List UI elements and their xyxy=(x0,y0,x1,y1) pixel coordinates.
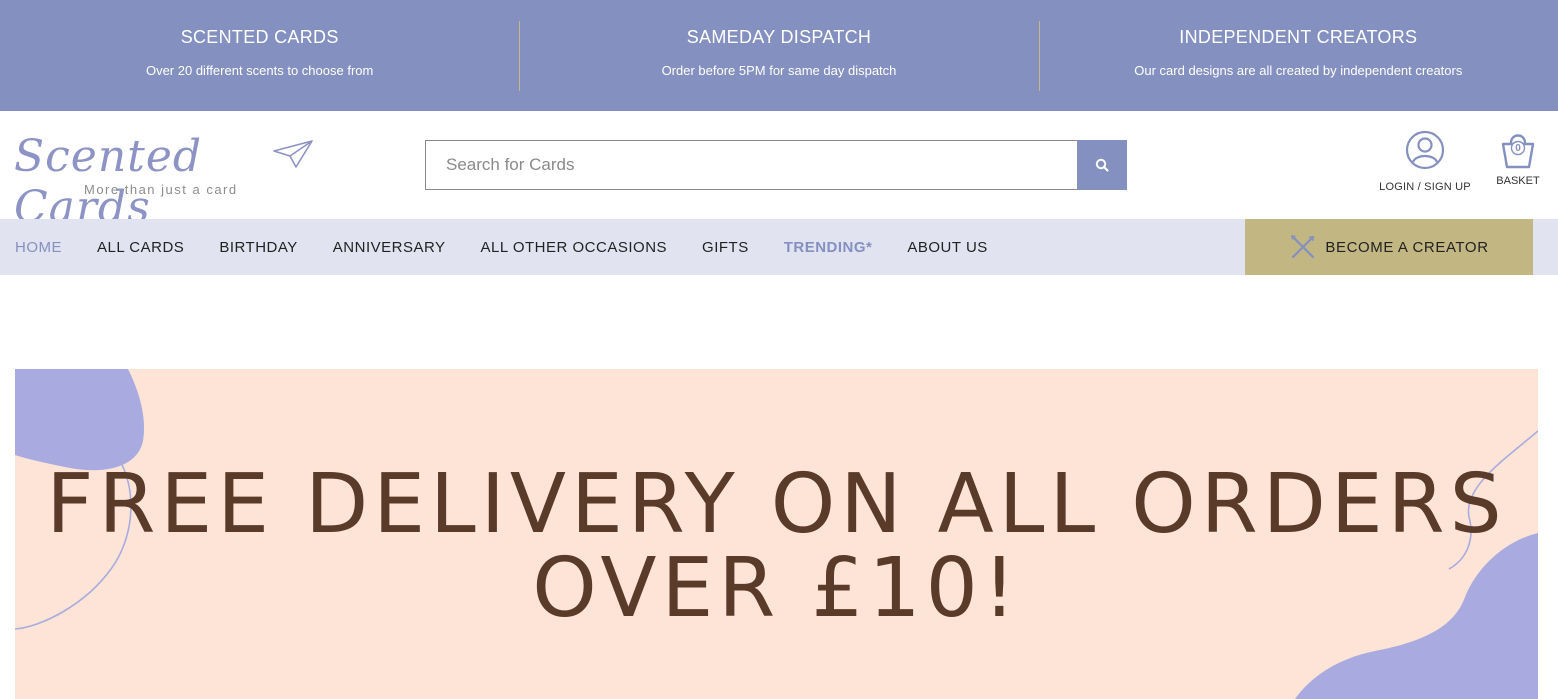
become-a-creator-label: BECOME A CREATOR xyxy=(1325,238,1489,256)
nav-item-birthday[interactable]: BIRTHDAY xyxy=(219,239,297,256)
banner-headline-line1: FREE DELIVERY ON ALL ORDERS xyxy=(46,457,1507,552)
search-button[interactable] xyxy=(1077,140,1127,190)
become-a-creator-button[interactable]: BECOME A CREATOR xyxy=(1245,219,1533,275)
paper-plane-icon xyxy=(273,140,313,168)
site-logo[interactable]: Scented Cards More than just a card xyxy=(14,131,324,233)
promo-banner[interactable]: FREE DELIVERY ON ALL ORDERS OVER £10! xyxy=(15,369,1538,699)
banner-headline-line2: OVER £10! xyxy=(532,541,1021,636)
login-signup-label: LOGIN / SIGN UP xyxy=(1379,181,1471,193)
info-bar: SCENTED CARDS Over 20 different scents t… xyxy=(0,0,1558,111)
nav-item-trending[interactable]: TRENDING* xyxy=(784,239,873,256)
nav-item-all-cards[interactable]: ALL CARDS xyxy=(97,239,184,256)
info-independent-creators: INDEPENDENT CREATORS Our card designs ar… xyxy=(1038,0,1558,111)
search-input[interactable] xyxy=(425,140,1077,190)
blob-top-left xyxy=(15,369,145,471)
pencil-ruler-icon xyxy=(1291,235,1315,259)
info-scented-cards: SCENTED CARDS Over 20 different scents t… xyxy=(0,0,519,111)
basket-button[interactable]: 0 BASKET xyxy=(1490,130,1546,187)
search-bar xyxy=(425,140,1127,190)
info-subtitle: Our card designs are all created by inde… xyxy=(1134,63,1463,78)
basket-icon-wrap: 0 xyxy=(1498,130,1538,170)
info-subtitle: Over 20 different scents to choose from xyxy=(145,63,374,78)
info-title: SCENTED CARDS xyxy=(180,27,339,47)
logo-tagline: More than just a card xyxy=(84,182,238,197)
basket-label: BASKET xyxy=(1496,175,1540,187)
info-title: INDEPENDENT CREATORS xyxy=(1179,27,1418,47)
search-icon xyxy=(1095,158,1109,172)
login-signup-button[interactable]: LOGIN / SIGN UP xyxy=(1374,130,1476,193)
nav-item-anniversary[interactable]: ANNIVERSARY xyxy=(333,239,446,256)
nav-item-gifts[interactable]: GIFTS xyxy=(702,239,749,256)
basket-count-badge: 0 xyxy=(1515,143,1521,154)
nav-list: HOME ALL CARDS BIRTHDAY ANNIVERSARY ALL … xyxy=(15,219,1023,275)
info-sameday-dispatch: SAMEDAY DISPATCH Order before 5PM for sa… xyxy=(519,0,1038,111)
info-title: SAMEDAY DISPATCH xyxy=(686,27,872,47)
user-icon xyxy=(1405,130,1445,170)
nav-item-about-us[interactable]: ABOUT US xyxy=(907,239,987,256)
nav-item-all-other-occasions[interactable]: ALL OTHER OCCASIONS xyxy=(481,239,667,256)
nav-item-home[interactable]: HOME xyxy=(15,239,62,256)
site-header: Scented Cards More than just a card LOGI… xyxy=(0,111,1558,233)
info-subtitle: Order before 5PM for same day dispatch xyxy=(661,63,897,78)
main-nav: HOME ALL CARDS BIRTHDAY ANNIVERSARY ALL … xyxy=(0,219,1558,275)
